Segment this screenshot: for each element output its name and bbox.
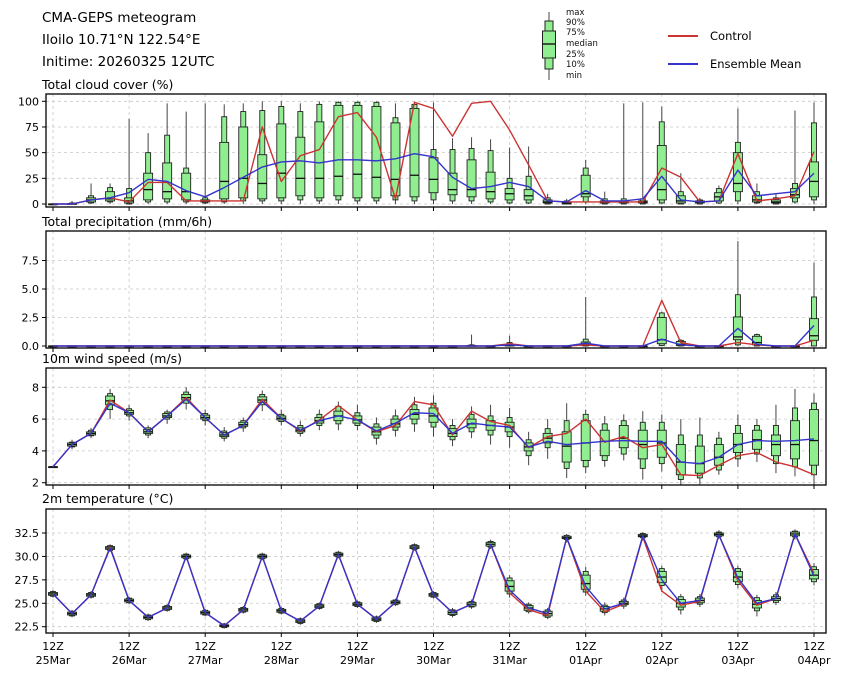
svg-text:2: 2 xyxy=(32,477,39,490)
legend-median-label: median xyxy=(566,39,598,49)
meteogram-page: { "header": { "app_title": "CMA-GEPS met… xyxy=(0,0,844,680)
svg-text:12Z: 12Z xyxy=(118,640,140,653)
boxplot-glyph-icon xyxy=(538,10,560,82)
svg-text:30Mar: 30Mar xyxy=(416,654,451,667)
svg-text:32.5: 32.5 xyxy=(15,527,40,540)
svg-text:25: 25 xyxy=(25,172,39,185)
legend-75-label: 75% xyxy=(566,28,585,38)
svg-text:12Z: 12Z xyxy=(194,640,216,653)
svg-text:12Z: 12Z xyxy=(803,640,825,653)
svg-text:0: 0 xyxy=(32,198,39,211)
init-time-line: Initime: 20260325 12UTC xyxy=(42,51,215,73)
svg-text:50: 50 xyxy=(25,147,39,160)
legend-90-label: 90% xyxy=(566,18,585,28)
svg-text:02Apr: 02Apr xyxy=(645,654,679,667)
panel-title-temperature: 2m temperature (°C) xyxy=(42,491,173,506)
svg-text:25.0: 25.0 xyxy=(15,597,40,610)
control-line-swatch-icon xyxy=(668,35,698,37)
svg-text:22.5: 22.5 xyxy=(15,621,40,634)
ensemble-mean-legend-row: Ensemble Mean xyxy=(668,50,801,78)
svg-text:27.5: 27.5 xyxy=(15,574,40,587)
svg-text:100: 100 xyxy=(18,95,39,108)
svg-text:28Mar: 28Mar xyxy=(264,654,299,667)
header-block: CMA-GEPS meteogram Iloilo 10.71°N 122.54… xyxy=(42,7,215,73)
legend-25-label: 25% xyxy=(566,50,585,60)
chart-title: CMA-GEPS meteogram xyxy=(42,7,215,29)
svg-text:25Mar: 25Mar xyxy=(36,654,71,667)
panel-title-wind-speed: 10m wind speed (m/s) xyxy=(42,351,182,366)
svg-text:5.0: 5.0 xyxy=(22,283,40,296)
panel-title-cloud-cover: Total cloud cover (%) xyxy=(42,77,173,92)
svg-text:0.0: 0.0 xyxy=(22,340,40,353)
svg-text:29Mar: 29Mar xyxy=(340,654,375,667)
location-line: Iloilo 10.71°N 122.54°E xyxy=(42,29,215,51)
legend-10-label: 10% xyxy=(566,60,585,70)
svg-text:27Mar: 27Mar xyxy=(188,654,223,667)
svg-text:12Z: 12Z xyxy=(347,640,369,653)
panel-title-precipitation: Total precipitation (mm/6h) xyxy=(42,214,212,229)
svg-text:30.0: 30.0 xyxy=(15,550,40,563)
svg-text:6: 6 xyxy=(32,413,39,426)
ensemble-mean-line-swatch-icon xyxy=(668,63,698,65)
svg-text:12Z: 12Z xyxy=(651,640,673,653)
svg-text:01Apr: 01Apr xyxy=(569,654,603,667)
svg-text:03Apr: 03Apr xyxy=(721,654,755,667)
ensemble-mean-legend-label: Ensemble Mean xyxy=(710,57,801,71)
control-legend-row: Control xyxy=(668,22,801,50)
svg-text:12Z: 12Z xyxy=(423,640,445,653)
svg-text:2.5: 2.5 xyxy=(22,312,40,325)
svg-text:4: 4 xyxy=(32,445,39,458)
svg-text:75: 75 xyxy=(25,121,39,134)
svg-text:12Z: 12Z xyxy=(42,640,64,653)
svg-text:31Mar: 31Mar xyxy=(492,654,527,667)
svg-text:04Apr: 04Apr xyxy=(797,654,831,667)
meteogram-chart: 0 25 50 75 100 0.0 2.5 5.0 7.5 2 4 6 8 22.5 25.0 27.5 30… xyxy=(0,0,844,680)
svg-text:8: 8 xyxy=(32,381,39,394)
line-legend: Control Ensemble Mean xyxy=(668,22,801,78)
legend-max-label: max xyxy=(566,8,585,18)
legend-min-label: min xyxy=(566,71,582,81)
svg-text:26Mar: 26Mar xyxy=(112,654,147,667)
svg-text:12Z: 12Z xyxy=(727,640,749,653)
svg-text:12Z: 12Z xyxy=(271,640,293,653)
svg-text:7.5: 7.5 xyxy=(22,255,40,268)
svg-text:12Z: 12Z xyxy=(499,640,521,653)
boxplot-legend: max 90% 75% median 25% 10% min xyxy=(538,8,658,84)
control-legend-label: Control xyxy=(710,29,752,43)
svg-text:12Z: 12Z xyxy=(575,640,597,653)
